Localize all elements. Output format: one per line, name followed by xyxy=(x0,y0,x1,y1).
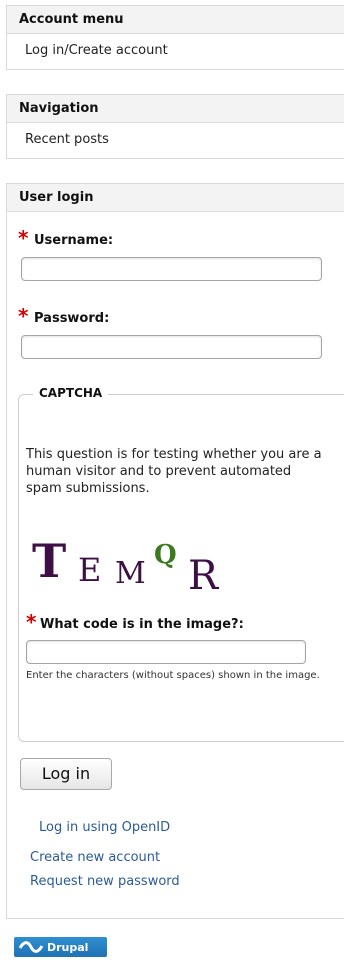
password-input[interactable] xyxy=(21,335,322,359)
username-required-marker: * xyxy=(18,226,29,250)
captcha-question-label: What code is in the image?: xyxy=(40,617,244,632)
drupal-drop-icon xyxy=(18,941,44,953)
drupal-badge-text: Drupal xyxy=(47,940,89,954)
captcha-help-text: Enter the characters (without spaces) sh… xyxy=(26,670,320,681)
login-create-account-link[interactable]: Log in/Create account xyxy=(7,38,344,64)
account-menu-title: Account menu xyxy=(7,6,344,34)
captcha-image: T E M Q R xyxy=(32,534,220,595)
svg-text:M: M xyxy=(115,556,146,591)
svg-text:E: E xyxy=(78,551,101,589)
powered-by-drupal-badge[interactable]: Drupal xyxy=(14,937,107,957)
captcha-description: This question is for testing whether you… xyxy=(26,447,322,496)
login-button[interactable]: Log in xyxy=(20,758,112,790)
account-menu-block: Account menu Log in/Create account xyxy=(6,5,344,70)
openid-login-link[interactable]: Log in using OpenID xyxy=(39,820,170,835)
password-label: Password: xyxy=(34,311,110,326)
request-password-link[interactable]: Request new password xyxy=(30,874,180,889)
svg-text:T: T xyxy=(32,534,66,588)
svg-text:Q: Q xyxy=(154,540,177,570)
create-account-link[interactable]: Create new account xyxy=(30,850,160,865)
captcha-required-marker: * xyxy=(26,610,37,634)
navigation-block: Navigation Recent posts xyxy=(6,94,344,159)
recent-posts-link[interactable]: Recent posts xyxy=(7,127,344,153)
svg-text:R: R xyxy=(188,553,220,595)
user-login-title: User login xyxy=(7,184,344,212)
username-label: Username: xyxy=(34,233,114,248)
captcha-answer-input[interactable] xyxy=(26,640,306,664)
captcha-legend: CAPTCHA xyxy=(33,386,109,400)
username-input[interactable] xyxy=(21,257,322,281)
navigation-title: Navigation xyxy=(7,95,344,123)
password-required-marker: * xyxy=(18,304,29,328)
